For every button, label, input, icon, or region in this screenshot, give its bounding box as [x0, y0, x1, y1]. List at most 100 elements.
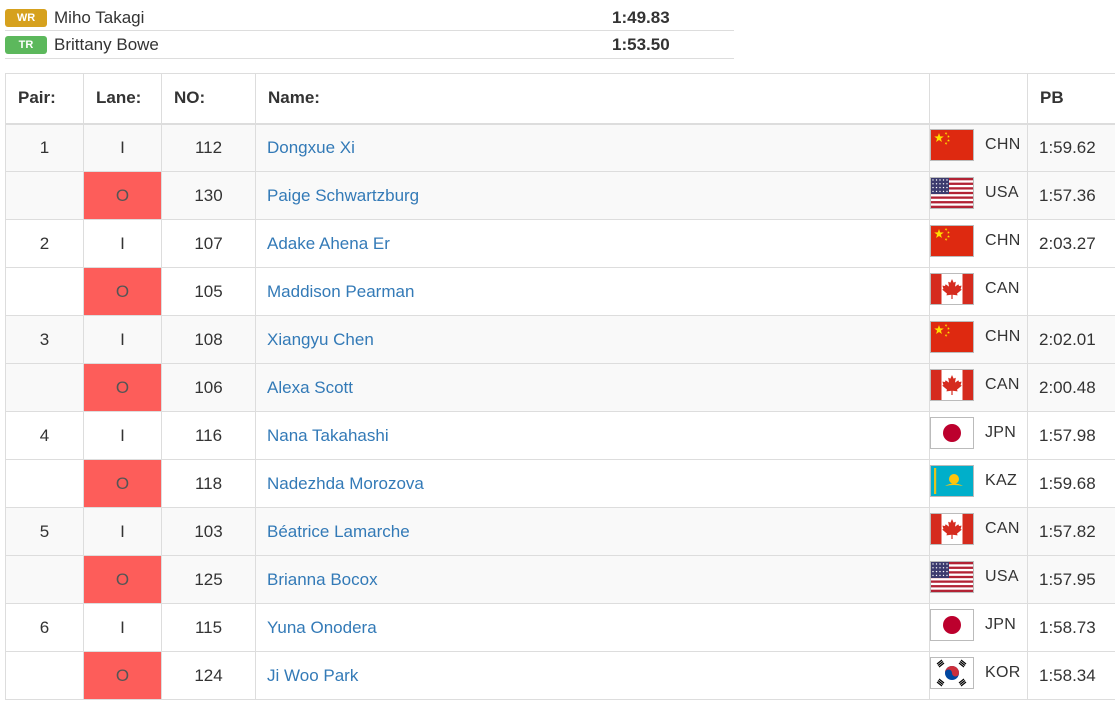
nation-code: KOR [985, 664, 1021, 681]
athlete-link[interactable]: Paige Schwartzburg [267, 186, 419, 205]
name-cell: Ji Woo Park [255, 651, 930, 700]
pb-cell: 1:57.36 [1027, 171, 1115, 220]
table-row: 3 I 108 Xiangyu Chen CHN 2:02.01 [5, 315, 1115, 364]
pb-header[interactable]: PB [1027, 73, 1115, 125]
nation-cell: CAN [929, 363, 1028, 412]
number-cell: 118 [161, 459, 256, 508]
nation-code: USA [985, 184, 1019, 201]
number-cell: 105 [161, 267, 256, 316]
lane-cell: O [83, 459, 162, 508]
name-header[interactable]: Name: [255, 73, 930, 125]
nation-code: CAN [985, 520, 1020, 537]
table-row: 1 I 112 Dongxue Xi CHN 1:59.62 [5, 123, 1115, 172]
lane-cell: O [83, 171, 162, 220]
canada-flag-icon [930, 369, 974, 401]
name-cell: Adake Ahena Er [255, 219, 930, 268]
nation-code: CAN [985, 280, 1020, 297]
track-record-badge: TR [5, 36, 47, 54]
table-row: 5 I 103 Béatrice Lamarche CAN 1:57.82 [5, 507, 1115, 556]
record-row-wr: WR Miho Takagi 1:49.83 [5, 4, 734, 31]
name-cell: Alexa Scott [255, 363, 930, 412]
lane-cell: O [83, 267, 162, 316]
pair-header[interactable]: Pair: [5, 73, 84, 125]
nation-cell: USA [929, 555, 1028, 604]
number-cell: 115 [161, 603, 256, 652]
usa-flag-icon [930, 177, 974, 209]
start-list-table: Pair: Lane: NO: Name: PB 1 I 112 Dongxue Xi… [5, 73, 1115, 700]
pair-cell [5, 363, 84, 412]
pair-cell [5, 555, 84, 604]
record-holder-name: Miho Takagi [54, 8, 145, 27]
pair-cell [5, 651, 84, 700]
athlete-link[interactable]: Xiangyu Chen [267, 330, 374, 349]
athlete-link[interactable]: Béatrice Lamarche [267, 522, 410, 541]
world-record-badge: WR [5, 9, 47, 27]
nation-code: USA [985, 568, 1019, 585]
athlete-link[interactable]: Adake Ahena Er [267, 234, 390, 253]
pb-cell: 1:58.34 [1027, 651, 1115, 700]
lane-cell: O [83, 651, 162, 700]
table-row: 4 I 116 Nana Takahashi JPN 1:57.98 [5, 411, 1115, 460]
nation-code: JPN [985, 424, 1017, 441]
lane-cell: I [83, 123, 162, 172]
athlete-link[interactable]: Ji Woo Park [267, 666, 358, 685]
name-cell: Béatrice Lamarche [255, 507, 930, 556]
nation-cell: USA [929, 171, 1028, 220]
table-row: O 130 Paige Schwartzburg USA 1:57.36 [5, 171, 1115, 220]
lane-cell: I [83, 603, 162, 652]
table-row: O 105 Maddison Pearman CAN [5, 267, 1115, 316]
pb-cell: 1:57.95 [1027, 555, 1115, 604]
athlete-link[interactable]: Yuna Onodera [267, 618, 377, 637]
athlete-link[interactable]: Nana Takahashi [267, 426, 389, 445]
number-cell: 103 [161, 507, 256, 556]
athlete-link[interactable]: Dongxue Xi [267, 138, 355, 157]
number-cell: 112 [161, 123, 256, 172]
table-row: 6 I 115 Yuna Onodera JPN 1:58.73 [5, 603, 1115, 652]
no-header[interactable]: NO: [161, 73, 256, 125]
nation-cell: KOR [929, 651, 1028, 700]
athlete-link[interactable]: Alexa Scott [267, 378, 353, 397]
pb-cell: 1:57.98 [1027, 411, 1115, 460]
athlete-link[interactable]: Nadezhda Morozova [267, 474, 424, 493]
nation-cell: CAN [929, 507, 1028, 556]
lane-cell: I [83, 315, 162, 364]
kazakhstan-flag-icon [930, 465, 974, 497]
nation-cell: KAZ [929, 459, 1028, 508]
record-time: 1:53.50 [612, 35, 670, 54]
pair-cell: 5 [5, 507, 84, 556]
japan-flag-icon [930, 417, 974, 449]
korea-flag-icon [930, 657, 974, 689]
pair-cell [5, 171, 84, 220]
name-cell: Dongxue Xi [255, 123, 930, 172]
lane-cell: I [83, 507, 162, 556]
nation-cell: CHN [929, 315, 1028, 364]
table-header-row: Pair: Lane: NO: Name: PB [5, 73, 1115, 125]
china-flag-icon [930, 321, 974, 353]
nation-cell: CHN [929, 123, 1028, 172]
name-cell: Yuna Onodera [255, 603, 930, 652]
pb-cell [1027, 267, 1115, 316]
number-cell: 106 [161, 363, 256, 412]
athlete-link[interactable]: Maddison Pearman [267, 282, 414, 301]
nation-cell: JPN [929, 411, 1028, 460]
name-cell: Paige Schwartzburg [255, 171, 930, 220]
lane-header[interactable]: Lane: [83, 73, 162, 125]
number-cell: 130 [161, 171, 256, 220]
athlete-link[interactable]: Brianna Bocox [267, 570, 378, 589]
number-cell: 108 [161, 315, 256, 364]
record-holder-name: Brittany Bowe [54, 35, 159, 54]
nation-cell: JPN [929, 603, 1028, 652]
pb-cell: 1:59.62 [1027, 123, 1115, 172]
number-cell: 125 [161, 555, 256, 604]
nation-cell: CAN [929, 267, 1028, 316]
pair-cell: 4 [5, 411, 84, 460]
lane-cell: O [83, 555, 162, 604]
pb-cell: 2:00.48 [1027, 363, 1115, 412]
pair-cell: 2 [5, 219, 84, 268]
pair-cell [5, 267, 84, 316]
nation-code: CHN [985, 328, 1021, 345]
lane-cell: I [83, 411, 162, 460]
number-cell: 124 [161, 651, 256, 700]
pb-cell: 1:57.82 [1027, 507, 1115, 556]
name-cell: Xiangyu Chen [255, 315, 930, 364]
